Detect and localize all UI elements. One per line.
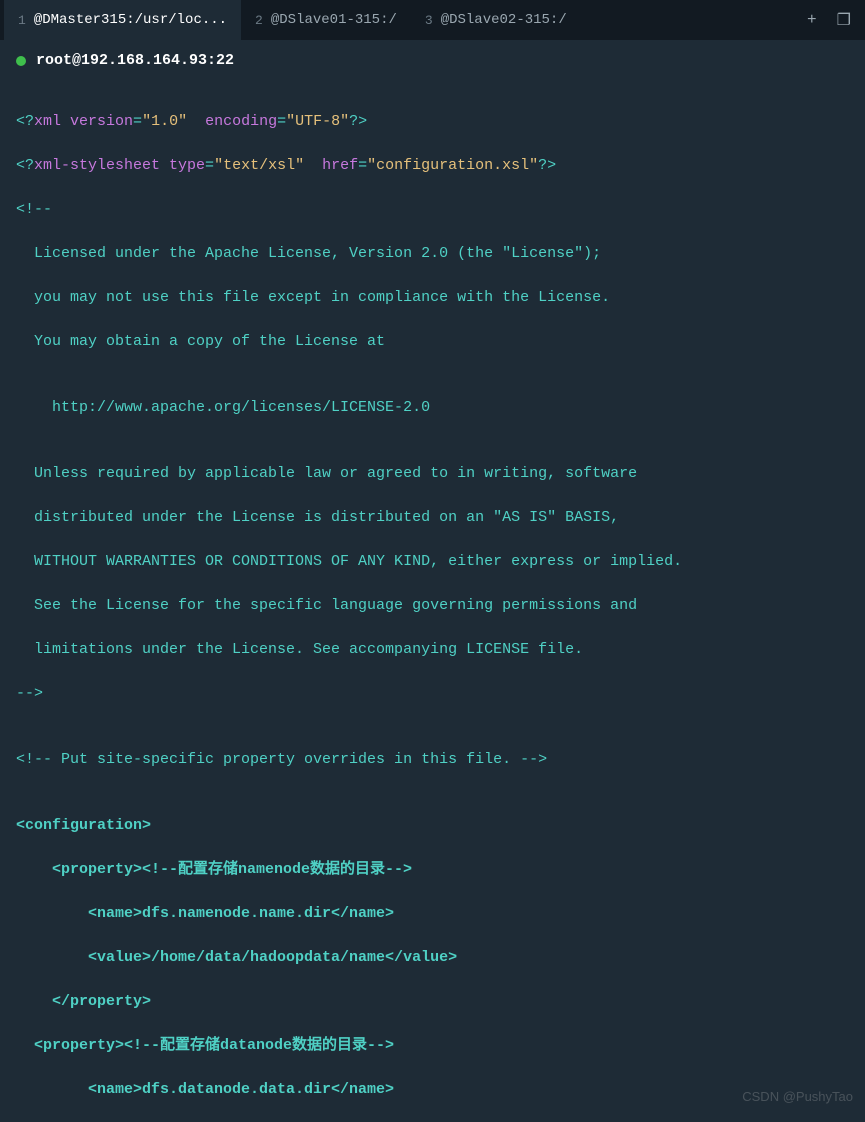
code-line: <!-- Put site-specific property override… xyxy=(16,749,849,771)
tab-num: 1 xyxy=(18,13,26,28)
tab-label: @DSlave01-315:/ xyxy=(271,12,397,28)
code-line: <?xml version="1.0" encoding="UTF-8"?> xyxy=(16,111,849,133)
editor-area[interactable]: <?xml version="1.0" encoding="UTF-8"?> <… xyxy=(0,81,865,1122)
code-line: limitations under the License. See accom… xyxy=(16,639,849,661)
code-line: <value>/home/data/hadoopdata/name</value… xyxy=(16,947,849,969)
code-line: <!-- xyxy=(16,199,849,221)
code-line: <configuration> xyxy=(16,815,849,837)
tab-num: 2 xyxy=(255,13,263,28)
tab-1[interactable]: 1 @DMaster315:/usr/loc... xyxy=(4,0,241,40)
code-line: <property><!--配置存储datanode数据的目录--> xyxy=(16,1035,849,1057)
session-bar: root@192.168.164.93:22 xyxy=(0,40,865,81)
code-line: WITHOUT WARRANTIES OR CONDITIONS OF ANY … xyxy=(16,551,849,573)
code-line: Licensed under the Apache License, Versi… xyxy=(16,243,849,265)
tab-num: 3 xyxy=(425,13,433,28)
code-line: </property> xyxy=(16,991,849,1013)
code-line: Unless required by applicable law or agr… xyxy=(16,463,849,485)
tab-2[interactable]: 2 @DSlave01-315:/ xyxy=(241,0,411,40)
session-label: root@192.168.164.93:22 xyxy=(36,52,234,69)
code-line: You may obtain a copy of the License at xyxy=(16,331,849,353)
code-line: http://www.apache.org/licenses/LICENSE-2… xyxy=(16,397,849,419)
new-tab-icon[interactable]: + xyxy=(797,11,827,29)
code-line: distributed under the License is distrib… xyxy=(16,507,849,529)
tab-3[interactable]: 3 @DSlave02-315:/ xyxy=(411,0,581,40)
code-line: <?xml-stylesheet type="text/xsl" href="c… xyxy=(16,155,849,177)
status-dot-icon xyxy=(16,56,26,66)
copy-icon[interactable]: ❐ xyxy=(827,10,861,30)
tab-bar: 1 @DMaster315:/usr/loc... 2 @DSlave01-31… xyxy=(0,0,865,40)
code-line: --> xyxy=(16,683,849,705)
code-line: <name>dfs.namenode.name.dir</name> xyxy=(16,903,849,925)
code-line: <name>dfs.datanode.data.dir</name> xyxy=(16,1079,849,1101)
code-line: See the License for the specific languag… xyxy=(16,595,849,617)
watermark: CSDN @PushyTao xyxy=(742,1089,853,1104)
code-line: <property><!--配置存储namenode数据的目录--> xyxy=(16,859,849,881)
tab-label: @DMaster315:/usr/loc... xyxy=(34,12,227,28)
tab-label: @DSlave02-315:/ xyxy=(441,12,567,28)
code-line: you may not use this file except in comp… xyxy=(16,287,849,309)
